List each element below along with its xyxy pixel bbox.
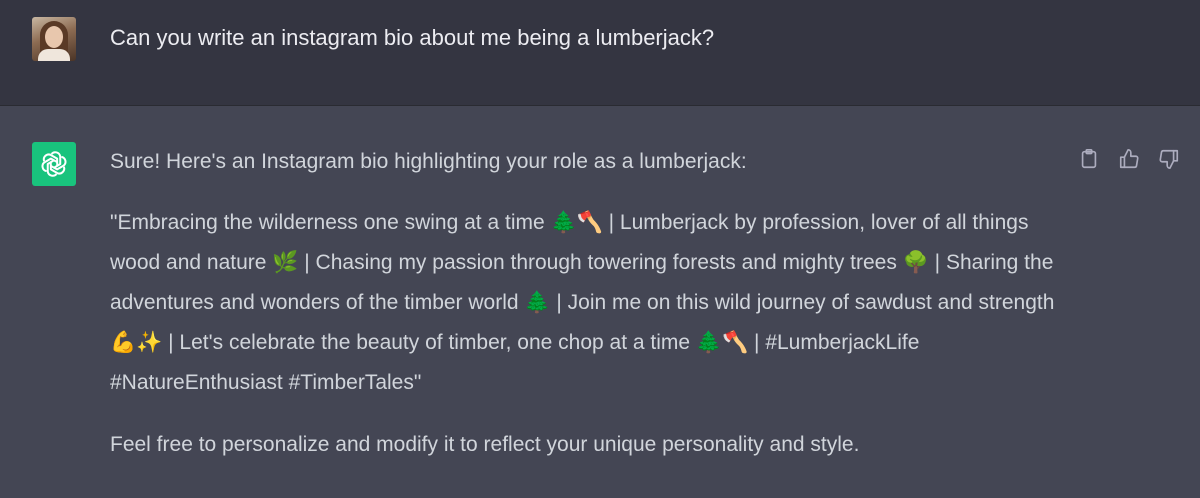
assistant-message-body: Sure! Here's an Instagram bio highlighti… [110,147,1060,465]
clipboard-icon [1081,149,1097,169]
copy-button[interactable] [1076,146,1102,172]
user-message-row: Can you write an instagram bio about me … [0,0,1200,106]
thumbs-up-icon [1119,149,1139,169]
openai-logo-icon [32,142,76,186]
thumbs-down-button[interactable] [1156,146,1182,172]
assistant-message-row: Sure! Here's an Instagram bio highlighti… [0,106,1200,498]
thumbs-up-button[interactable] [1116,146,1142,172]
user-avatar [32,17,76,61]
thumbs-down-icon [1159,149,1179,169]
message-actions [1076,146,1182,172]
assistant-bio-text: "Embracing the wilderness one swing at a… [110,211,1055,394]
assistant-intro-text: Sure! Here's an Instagram bio highlighti… [110,150,747,173]
assistant-closing-text: Feel free to personalize and modify it t… [110,433,860,456]
user-message-text: Can you write an instagram bio about me … [110,25,715,50]
